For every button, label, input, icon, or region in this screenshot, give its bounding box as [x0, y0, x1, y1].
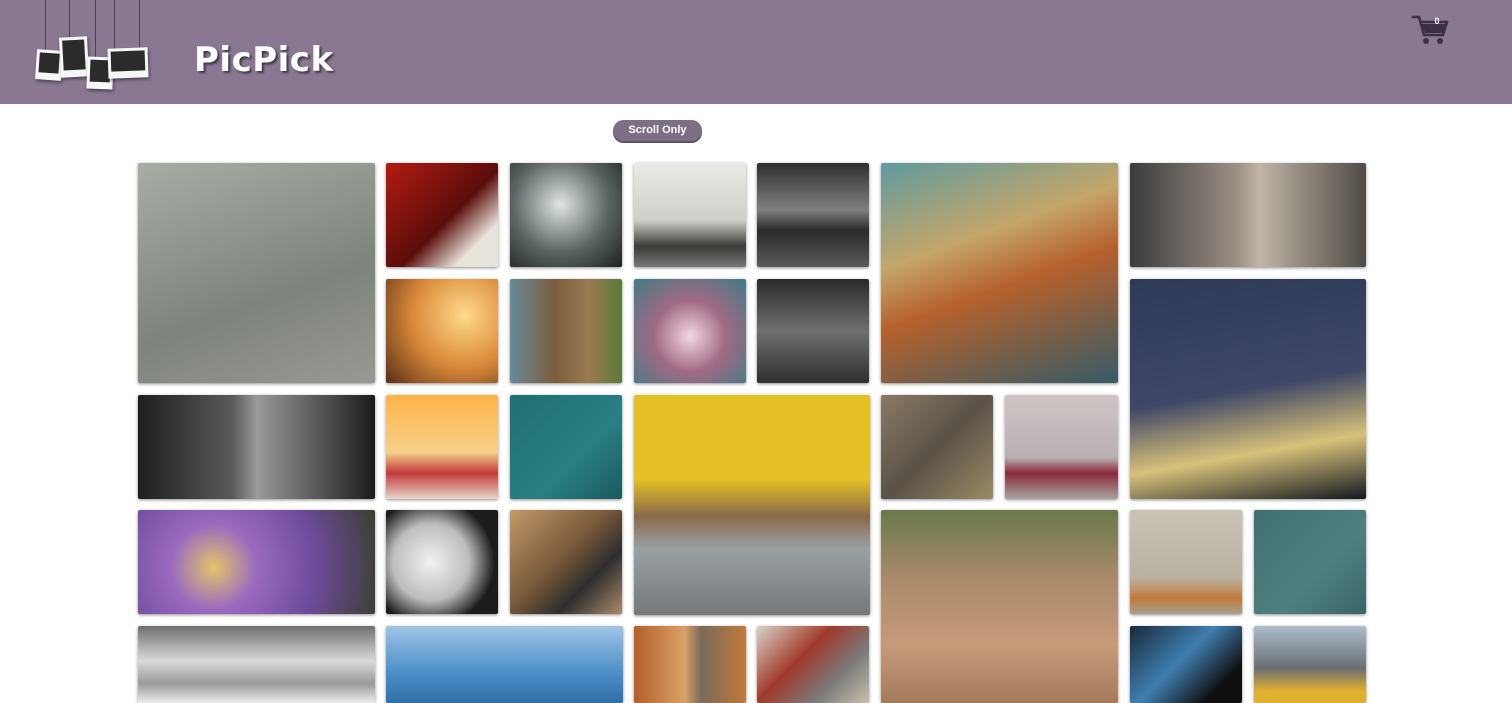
- photo-bridge-city-night-bw[interactable]: [757, 163, 869, 267]
- photo-cherry-blossoms[interactable]: [634, 279, 746, 383]
- photo-gallery: [0, 0, 1512, 703]
- photo-bicycle-handlebars[interactable]: [757, 626, 869, 703]
- photo-leopard-dirt-road[interactable]: [881, 510, 1118, 703]
- photo-city-traffic-aerial[interactable]: [757, 279, 869, 383]
- photo-vintage-cars-yellow-doors[interactable]: [634, 395, 870, 615]
- photo-hay-bale-field[interactable]: [1130, 510, 1242, 614]
- photo-bench-white-wall[interactable]: [634, 163, 746, 267]
- photo-white-heels-red-wall[interactable]: [386, 163, 498, 267]
- photo-city-street-buildings[interactable]: [1130, 163, 1366, 267]
- photo-hands-vintage-camera[interactable]: [138, 395, 375, 499]
- photo-red-tricycle[interactable]: [1005, 395, 1118, 499]
- photo-person-laptop[interactable]: [510, 510, 622, 614]
- photo-city-street-taxis[interactable]: [1254, 626, 1366, 703]
- photo-tuk-tuk-license-plate[interactable]: [881, 163, 1118, 383]
- photo-girl-sunset-field[interactable]: [386, 279, 498, 383]
- photo-bridge-night-sky[interactable]: [1130, 279, 1366, 499]
- photo-leaves-wooden-boards[interactable]: [881, 395, 993, 499]
- photo-boat-teal-water[interactable]: [510, 395, 622, 499]
- photo-crossed-forks[interactable]: [510, 163, 622, 267]
- photo-clock-face[interactable]: [386, 510, 498, 614]
- photo-man-walking-street[interactable]: [138, 163, 375, 383]
- photo-strawberries-sunlight[interactable]: [386, 395, 498, 499]
- photo-birds-flying-sky[interactable]: [1254, 510, 1366, 614]
- photo-purple-petunias[interactable]: [138, 510, 375, 614]
- photo-hand-phone[interactable]: [1130, 626, 1242, 703]
- photo-clouds-bw[interactable]: [138, 626, 375, 703]
- photo-wooden-shed-bicycle[interactable]: [510, 279, 622, 383]
- photo-misty-blue-trees[interactable]: [386, 626, 623, 703]
- photo-narrow-alley[interactable]: [634, 626, 746, 703]
